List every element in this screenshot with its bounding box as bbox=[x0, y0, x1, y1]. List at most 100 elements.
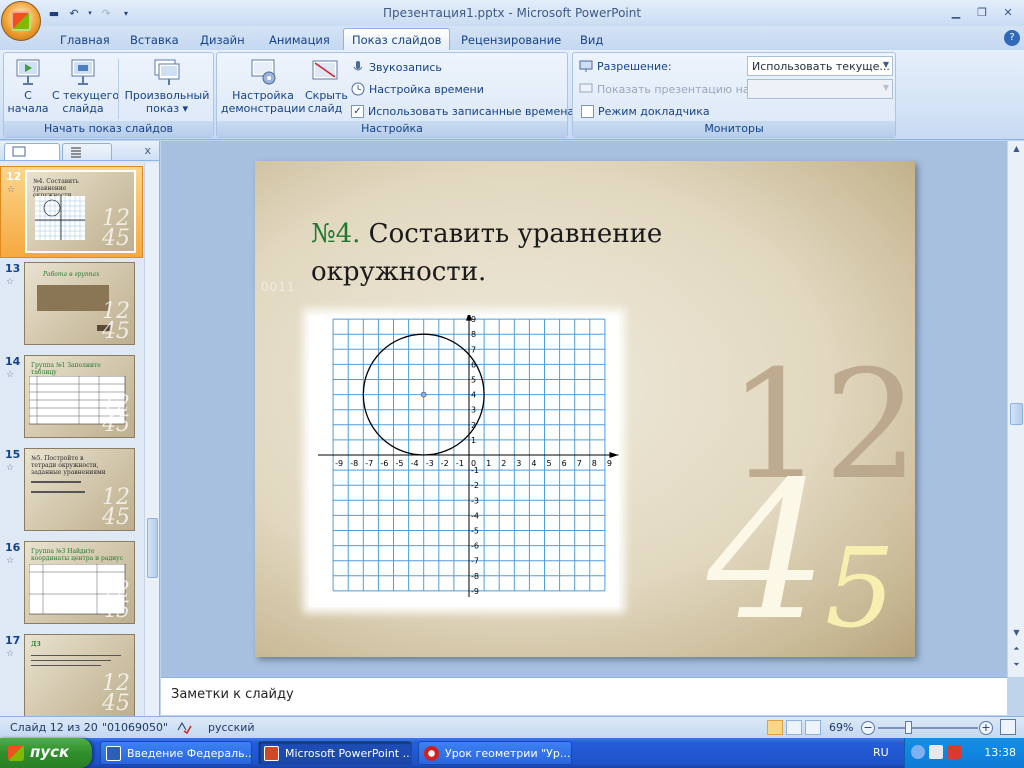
decorative-number-5: 5 bbox=[825, 524, 895, 652]
taskbar-item-browser[interactable]: Урок геометрии "Ур... bbox=[418, 741, 572, 765]
y-tick-label: 1 bbox=[471, 436, 476, 445]
zoom-slider-track[interactable] bbox=[878, 727, 978, 729]
normal-view-icon[interactable] bbox=[767, 720, 783, 735]
help-icon[interactable]: ? bbox=[1004, 30, 1020, 46]
taskbar-item-powerpoint[interactable]: Microsoft PowerPoint ... bbox=[258, 741, 412, 765]
language-indicator[interactable]: русский bbox=[208, 721, 255, 734]
checkbox-unchecked-icon[interactable] bbox=[581, 104, 594, 118]
tab-slideshow[interactable]: Показ слайдов bbox=[343, 28, 451, 50]
y-tick-label: -4 bbox=[471, 511, 479, 520]
close-panel-icon[interactable]: x bbox=[144, 144, 151, 157]
from-beginning-label: С начала bbox=[7, 89, 49, 115]
keyboard-language[interactable]: RU bbox=[873, 746, 889, 759]
hide-slide-button[interactable]: Скрыть слайд bbox=[305, 55, 348, 115]
rehearse-timings-button[interactable]: Настройка времени bbox=[351, 80, 484, 98]
resolution-label: Разрешение: bbox=[597, 59, 672, 73]
hide-slide-icon bbox=[310, 57, 340, 87]
zoom-out-icon[interactable]: − bbox=[861, 721, 875, 735]
zoom-level[interactable]: 69% bbox=[829, 721, 853, 734]
thumbnail-number: 13 bbox=[5, 262, 21, 275]
tab-review[interactable]: Рецензирование bbox=[453, 31, 569, 50]
tab-home[interactable]: Главная bbox=[52, 31, 118, 50]
thumbnail-title: Работа в группах bbox=[43, 271, 100, 278]
coordinate-grid-image[interactable]: -9 -8 -7 -6 -5 -4 -3 -2 -1 0 1 2 3 4 5 6 7 8 9 9 8 7 6 5 4 3 2 1 -1-… bbox=[309, 311, 619, 607]
thumbnail-slide-17[interactable]: 17 ☆ ДЗ 12 45 bbox=[0, 631, 143, 716]
fit-to-window-icon[interactable] bbox=[1000, 719, 1016, 735]
x-tick-label: -3 bbox=[426, 459, 434, 468]
thumbnail-slide-16[interactable]: 16 ☆ Группа №3 Найдите координаты центра… bbox=[0, 538, 143, 630]
taskbar-item-label: Microsoft PowerPoint ... bbox=[285, 747, 412, 760]
slide-scrollbar[interactable]: ▲ ▼ ⏶ ⏷ bbox=[1007, 141, 1024, 677]
thumbnail-preview: ДЗ 12 45 bbox=[24, 634, 135, 716]
animation-star-icon: ☆ bbox=[6, 463, 15, 473]
close-icon[interactable]: ✕ bbox=[996, 3, 1020, 21]
next-slide-icon[interactable]: ⏷ bbox=[1008, 657, 1024, 673]
custom-show-icon bbox=[152, 57, 182, 87]
animation-star-icon: ☆ bbox=[6, 649, 15, 659]
from-beginning-button[interactable]: С начала bbox=[6, 55, 50, 115]
thumbnail-title: Группа №1 Заполните таблицу bbox=[31, 362, 101, 376]
thumbnail-slide-13[interactable]: 13 ☆ Работа в группах 12 45 bbox=[0, 259, 143, 351]
group-divider bbox=[118, 59, 119, 119]
use-timings-checkbox[interactable]: ✓ Использовать записанные времена bbox=[351, 102, 574, 120]
presenter-view-checkbox[interactable]: Режим докладчика bbox=[581, 102, 710, 120]
slide-sorter-view-icon[interactable] bbox=[786, 720, 802, 735]
tab-insert[interactable]: Вставка bbox=[122, 31, 187, 50]
taskbar-item-label: Урок геометрии "Ур... bbox=[445, 747, 571, 760]
checkbox-checked-icon[interactable]: ✓ bbox=[351, 104, 364, 118]
projector-current-icon bbox=[68, 57, 98, 87]
tab-animation[interactable]: Анимация bbox=[261, 31, 338, 50]
from-current-button[interactable]: С текущего слайда bbox=[52, 55, 119, 115]
taskbar-item-label: Введение Федераль... bbox=[127, 747, 252, 760]
tray-keyboard-icon[interactable] bbox=[929, 745, 943, 759]
record-narration-button[interactable]: Звукозапись bbox=[351, 58, 442, 76]
tab-design[interactable]: Дизайн bbox=[192, 31, 253, 50]
outline-tab[interactable] bbox=[62, 143, 112, 160]
notes-pane[interactable]: Заметки к слайду bbox=[161, 677, 1007, 715]
x-tick-label: 6 bbox=[562, 459, 567, 468]
thumbnail-slide-15[interactable]: 15 ☆ №5. Постройте в тетради окружности,… bbox=[0, 445, 143, 537]
y-tick-label: -1 bbox=[471, 466, 479, 475]
projector-play-icon bbox=[13, 57, 43, 87]
thumbnail-deco: 12 45 bbox=[102, 485, 130, 530]
slides-tab[interactable] bbox=[4, 143, 60, 160]
restore-icon[interactable]: ❐ bbox=[970, 3, 994, 21]
scroll-down-icon[interactable]: ▼ bbox=[1008, 625, 1024, 641]
tray-back-icon[interactable] bbox=[911, 745, 925, 759]
zoom-slider-knob[interactable] bbox=[905, 721, 912, 734]
setup-show-button[interactable]: Настройка демонстрации bbox=[221, 55, 306, 115]
previous-slide-icon[interactable]: ⏶ bbox=[1008, 641, 1024, 657]
x-tick-label: -4 bbox=[411, 459, 419, 468]
thumbnail-deco: 12 45 bbox=[102, 392, 130, 437]
thumbnail-slide-14[interactable]: 14 ☆ Группа №1 Заполните таблицу 12 45 bbox=[0, 352, 143, 444]
thumbnail-preview: Группа №1 Заполните таблицу 12 45 bbox=[24, 355, 135, 438]
current-slide[interactable]: 1 2 4 5 0011 №4. Составить уравнение окру… bbox=[255, 161, 915, 657]
slideshow-view-icon[interactable] bbox=[805, 720, 821, 735]
y-tick-label: -5 bbox=[471, 527, 479, 536]
tab-view[interactable]: Вид bbox=[572, 31, 611, 50]
slide-title[interactable]: №4. Составить уравнение окружности. bbox=[311, 215, 751, 291]
scrollbar-thumb[interactable] bbox=[1010, 403, 1023, 425]
y-tick-label: 8 bbox=[471, 330, 476, 339]
thumbnail-preview: Работа в группах 12 45 bbox=[24, 262, 135, 345]
resolution-select[interactable]: Использовать текуще... ▼ bbox=[747, 56, 893, 76]
slides-panel-scrollbar[interactable] bbox=[144, 163, 159, 716]
zoom-in-icon[interactable]: + bbox=[979, 721, 993, 735]
start-label: пуск bbox=[30, 743, 70, 761]
tray-antivirus-icon[interactable] bbox=[947, 745, 961, 759]
opera-icon bbox=[424, 746, 439, 761]
thumbnail-slide-12[interactable]: 12 ☆ №4. Составить уравнение окружности.… bbox=[0, 166, 143, 258]
minimize-icon[interactable]: ▁ bbox=[944, 3, 968, 21]
spellcheck-icon[interactable] bbox=[176, 720, 192, 735]
ribbon-tabs: Главная Вставка Дизайн Анимация Показ сл… bbox=[0, 26, 1024, 50]
scrollbar-thumb[interactable] bbox=[147, 518, 158, 578]
thumbnail-list: 12 ☆ №4. Составить уравнение окружности.… bbox=[0, 163, 143, 716]
monitor-disabled-icon bbox=[579, 82, 593, 96]
custom-show-button[interactable]: Произвольный показ ▾ bbox=[122, 55, 212, 115]
office-button[interactable] bbox=[1, 1, 41, 41]
show-on-select[interactable]: ▼ bbox=[747, 79, 893, 99]
scroll-up-icon[interactable]: ▲ bbox=[1008, 141, 1024, 157]
start-button[interactable]: пуск bbox=[0, 738, 92, 768]
x-tick-label: 9 bbox=[607, 459, 612, 468]
taskbar-item-word[interactable]: Введение Федераль... bbox=[100, 741, 252, 765]
